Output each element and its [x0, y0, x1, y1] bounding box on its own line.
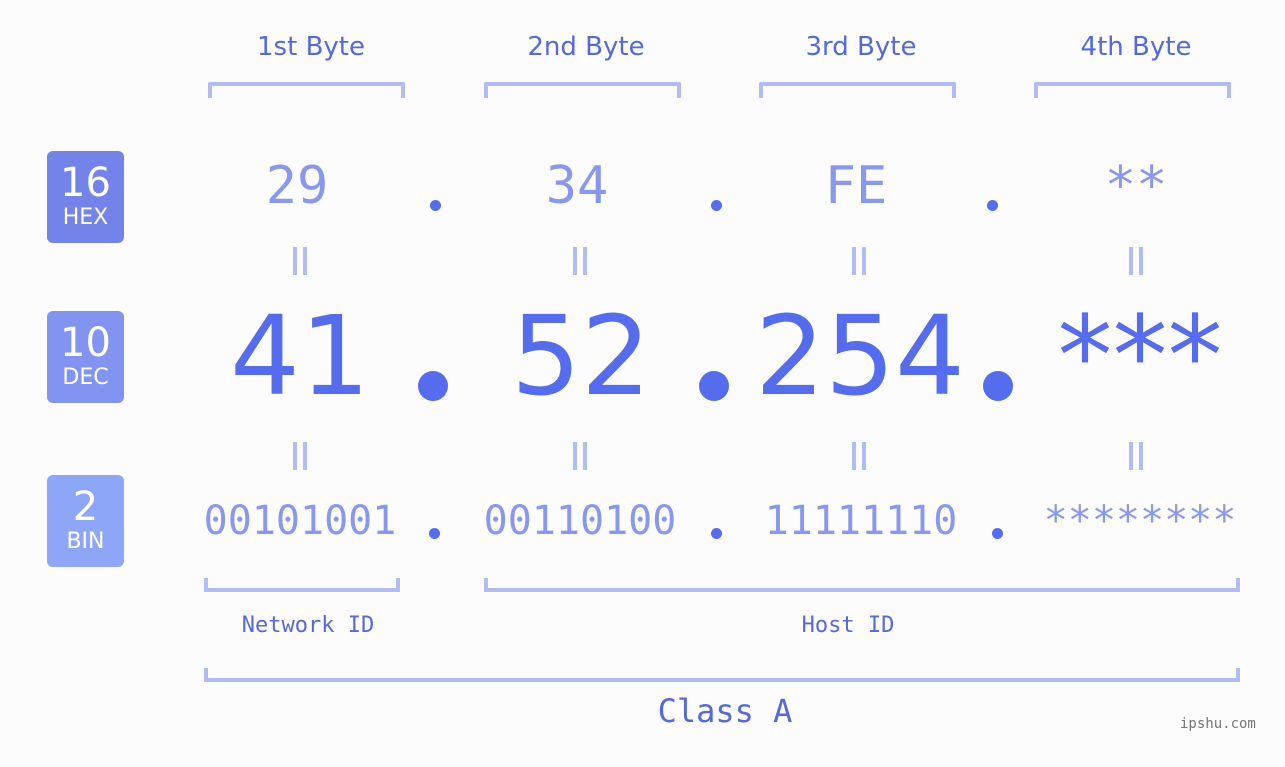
hex-base-label: HEX — [62, 205, 109, 230]
equals-icon — [1125, 247, 1145, 275]
hex-byte-4: ** — [1104, 156, 1168, 216]
dec-byte-3: 254 — [755, 292, 965, 420]
bin-byte-3: 11111110 — [764, 498, 958, 544]
class-bracket — [204, 668, 1240, 682]
bin-separator-dot — [992, 528, 1003, 539]
dec-byte-1: 41 — [230, 292, 370, 420]
bin-base-label: BIN — [66, 529, 105, 554]
dec-separator-dot — [699, 371, 729, 401]
dec-separator-dot — [983, 371, 1013, 401]
equals-icon — [289, 247, 309, 275]
dec-base-label: DEC — [62, 365, 109, 390]
network-id-label: Network ID — [241, 613, 375, 638]
hex-separator-dot — [711, 200, 722, 211]
byte-bracket-4 — [1034, 82, 1231, 98]
byte-header-4: 4th Byte — [1080, 32, 1192, 62]
host-id-bracket — [484, 578, 1240, 592]
bin-base-number: 2 — [72, 484, 99, 530]
byte-bracket-1 — [208, 82, 405, 98]
watermark: ipshu.com — [1180, 716, 1256, 732]
bin-separator-dot — [429, 528, 440, 539]
bin-byte-4: ******** — [1043, 498, 1237, 544]
byte-header-1: 1st Byte — [257, 32, 365, 62]
dec-badge: 10 DEC — [47, 311, 124, 403]
byte-bracket-3 — [759, 82, 956, 98]
bin-byte-2: 00110100 — [483, 498, 677, 544]
class-label: Class A — [657, 692, 793, 730]
equals-icon — [289, 442, 309, 470]
equals-icon — [848, 247, 868, 275]
equals-icon — [569, 247, 589, 275]
hex-byte-2: 34 — [545, 156, 609, 216]
dec-byte-2: 52 — [511, 292, 651, 420]
bin-badge: 2 BIN — [47, 475, 124, 567]
dec-base-number: 10 — [60, 320, 111, 366]
bin-separator-dot — [711, 528, 722, 539]
byte-bracket-2 — [484, 82, 681, 98]
equals-icon — [848, 442, 868, 470]
hex-byte-3: FE — [824, 156, 888, 216]
byte-header-3: 3rd Byte — [805, 32, 917, 62]
network-id-bracket — [204, 578, 400, 592]
hex-badge: 16 HEX — [47, 151, 124, 243]
hex-separator-dot — [430, 200, 441, 211]
equals-icon — [569, 442, 589, 470]
hex-separator-dot — [987, 200, 998, 211]
equals-icon — [1125, 442, 1145, 470]
hex-byte-1: 29 — [265, 156, 329, 216]
byte-header-2: 2nd Byte — [527, 32, 645, 62]
hex-base-number: 16 — [60, 160, 111, 206]
dec-separator-dot — [418, 371, 448, 401]
dec-byte-4: *** — [1057, 292, 1223, 420]
bin-byte-1: 00101001 — [203, 498, 397, 544]
host-id-label: Host ID — [801, 613, 895, 638]
